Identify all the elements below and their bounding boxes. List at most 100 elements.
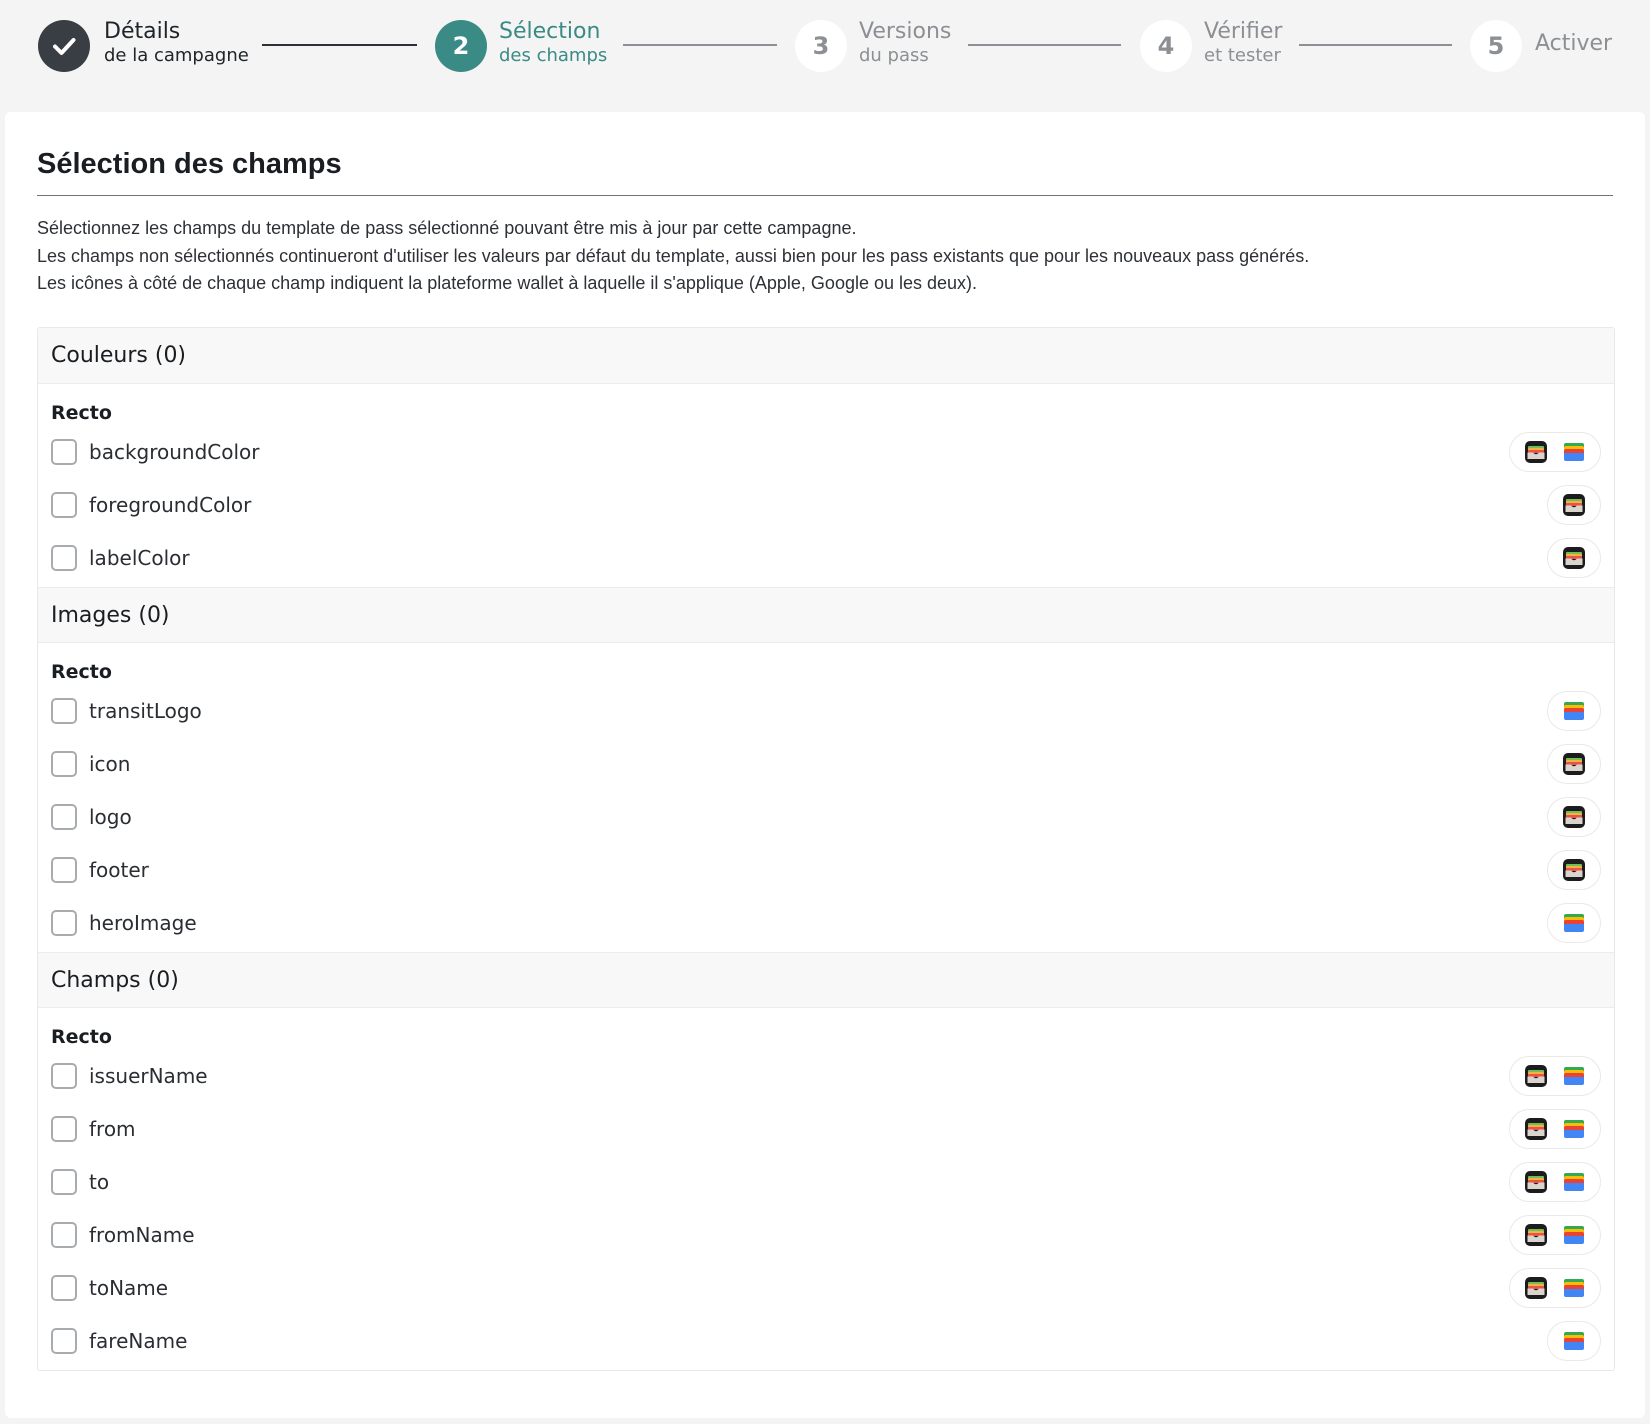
apple-wallet-icon: [1524, 1064, 1548, 1088]
description-line: Les icônes à côté de chaque champ indiqu…: [37, 273, 978, 293]
apple-wallet-icon: [1524, 1276, 1548, 1300]
field-label[interactable]: backgroundColor: [89, 440, 260, 464]
campaign-stepper: Détails de la campagne 2 Sélection des c…: [0, 0, 1650, 110]
platform-badges: [1509, 1055, 1601, 1096]
google-wallet-icon: [1562, 911, 1586, 935]
apple-wallet-icon: [1562, 752, 1586, 776]
field-label[interactable]: fromName: [89, 1223, 195, 1247]
field-label[interactable]: to: [89, 1170, 109, 1194]
field-checkbox[interactable]: [51, 544, 77, 571]
field-row: transitLogo: [51, 684, 1601, 737]
google-wallet-icon: [1562, 1064, 1586, 1088]
google-wallet-icon: [1562, 1223, 1586, 1247]
page-description: Sélectionnez les champs du template de p…: [37, 215, 1613, 298]
step-connector: [1299, 44, 1452, 46]
field-section: Champs (0) Recto issuerName from to fromName t…: [38, 952, 1614, 1370]
platform-badges: [1547, 902, 1601, 943]
description-line: Sélectionnez les champs du template de p…: [37, 218, 857, 238]
group-label: Recto: [51, 402, 112, 424]
field-section: Images (0) Recto transitLogo icon logo footer…: [38, 587, 1614, 952]
step-title: Activer: [1535, 31, 1613, 56]
step-subtitle: et tester: [1204, 45, 1281, 66]
platform-badges: [1547, 849, 1601, 890]
field-row: labelColor: [51, 531, 1601, 584]
apple-wallet-icon: [1562, 493, 1586, 517]
platform-badges: [1547, 690, 1601, 731]
field-sections: Couleurs (0) Recto backgroundColor foregrou…: [37, 327, 1615, 1371]
group-label: Recto: [51, 661, 112, 683]
description-line: Les champs non sélectionnés continueront…: [37, 245, 1310, 266]
step-title: Sélection: [499, 19, 601, 44]
divider: [37, 195, 1613, 196]
step-1-label[interactable]: Détails de la campagne: [104, 21, 249, 65]
section-body: Recto backgroundColor foregroundColor label…: [38, 384, 1614, 587]
platform-badges: [1509, 1214, 1601, 1255]
step-connector: [262, 44, 417, 46]
section-title: Images (0): [38, 587, 1614, 643]
field-checkbox[interactable]: [51, 491, 77, 518]
section-title: Champs (0): [38, 952, 1614, 1008]
field-checkbox[interactable]: [51, 1062, 77, 1089]
check-icon: [53, 38, 76, 55]
platform-badges: [1547, 796, 1601, 837]
group-label: Recto: [51, 1026, 112, 1048]
field-checkbox[interactable]: [51, 1274, 77, 1301]
field-label[interactable]: transitLogo: [89, 699, 202, 723]
field-label[interactable]: from: [89, 1117, 136, 1141]
platform-badges: [1509, 1108, 1601, 1149]
field-section: Couleurs (0) Recto backgroundColor foregrou…: [38, 328, 1614, 587]
field-row: logo: [51, 790, 1601, 843]
field-checkbox[interactable]: [51, 1221, 77, 1248]
field-checkbox[interactable]: [51, 1168, 77, 1195]
step-5-label[interactable]: Activer: [1535, 33, 1612, 55]
google-wallet-icon: [1562, 440, 1586, 464]
field-label[interactable]: foregroundColor: [89, 493, 251, 517]
field-checkbox[interactable]: [51, 697, 77, 724]
step-2-label[interactable]: Sélection des champs: [499, 21, 607, 65]
platform-badges: [1509, 1161, 1601, 1202]
google-wallet-icon: [1562, 1276, 1586, 1300]
step-1-circle[interactable]: [38, 20, 90, 72]
field-row: backgroundColor: [51, 425, 1601, 478]
field-checkbox[interactable]: [51, 803, 77, 830]
field-checkbox[interactable]: [51, 438, 77, 465]
field-label[interactable]: toName: [89, 1276, 168, 1300]
apple-wallet-icon: [1524, 1170, 1548, 1194]
apple-wallet-icon: [1562, 805, 1586, 829]
step-3-label[interactable]: Versions du pass: [859, 21, 951, 65]
field-checkbox[interactable]: [51, 750, 77, 777]
google-wallet-icon: [1562, 1117, 1586, 1141]
field-label[interactable]: heroImage: [89, 911, 197, 935]
field-row: fromName: [51, 1208, 1601, 1261]
field-row: foregroundColor: [51, 478, 1601, 531]
step-4-label[interactable]: Vérifier et tester: [1204, 21, 1282, 65]
step-subtitle: du pass: [859, 45, 929, 66]
apple-wallet-icon: [1524, 440, 1548, 464]
step-5-circle[interactable]: 5: [1470, 20, 1522, 72]
step-title: Vérifier: [1204, 19, 1283, 44]
step-title: Versions: [859, 19, 952, 44]
field-checkbox[interactable]: [51, 1327, 77, 1354]
step-subtitle: de la campagne: [104, 45, 249, 66]
step-title: Détails: [104, 19, 181, 44]
step-2-circle[interactable]: 2: [435, 20, 487, 72]
field-label[interactable]: icon: [89, 752, 130, 776]
field-label[interactable]: issuerName: [89, 1064, 208, 1088]
field-checkbox[interactable]: [51, 1115, 77, 1142]
section-title: Couleurs (0): [38, 328, 1614, 384]
field-checkbox[interactable]: [51, 856, 77, 883]
step-4-circle[interactable]: 4: [1140, 20, 1192, 72]
platform-badges: [1509, 431, 1601, 472]
section-body: Recto transitLogo icon logo footer heroImage: [38, 643, 1614, 952]
field-label[interactable]: footer: [89, 858, 149, 882]
step-3-circle[interactable]: 3: [795, 20, 847, 72]
field-label[interactable]: logo: [89, 805, 132, 829]
platform-badges: [1547, 537, 1601, 578]
field-row: toName: [51, 1261, 1601, 1314]
step-connector: [623, 44, 777, 46]
google-wallet-icon: [1562, 1170, 1586, 1194]
field-selection-card: Sélection des champs Sélectionnez les ch…: [5, 112, 1645, 1418]
field-checkbox[interactable]: [51, 909, 77, 936]
field-label[interactable]: labelColor: [89, 546, 190, 570]
field-label[interactable]: fareName: [89, 1329, 187, 1353]
